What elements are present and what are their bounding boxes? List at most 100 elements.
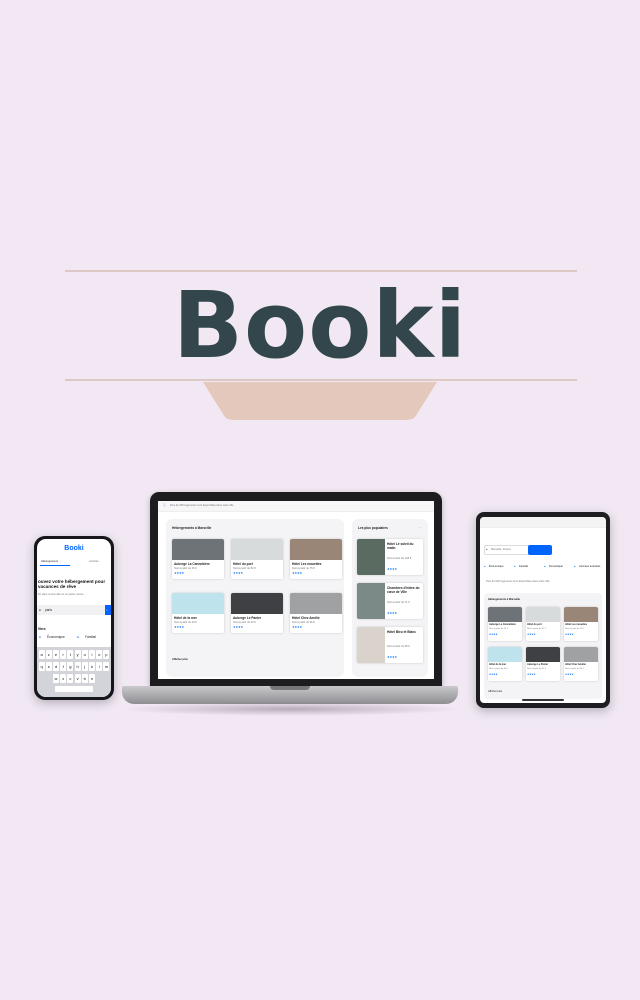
section-title: Hébergements à Marseille bbox=[172, 526, 212, 530]
phone-screen: Booki Hébergements Activités ouvez votre… bbox=[37, 539, 111, 697]
rating-stars: ★★★★ bbox=[233, 571, 243, 575]
home-indicator bbox=[522, 699, 564, 701]
keyboard-key[interactable]: k bbox=[89, 662, 95, 671]
filter-icon: ● bbox=[574, 565, 576, 568]
rating-stars: ★★★★ bbox=[233, 625, 243, 629]
tablet-card[interactable]: Hôtel Chez Amélie Nuit à partir de 96 € … bbox=[564, 647, 598, 681]
hotel-photo bbox=[290, 539, 342, 560]
phone-search-button[interactable]: ⌕ bbox=[105, 605, 111, 615]
bottom-divider bbox=[65, 379, 577, 381]
location-pin-icon: ● bbox=[39, 608, 41, 612]
keyboard-key[interactable]: f bbox=[60, 662, 67, 671]
rating-stars: ★★★★ bbox=[527, 633, 536, 636]
tablet-card[interactable]: Hôtel du port Nuit à partir de 52 € ★★★★ bbox=[526, 607, 560, 641]
hotel-photo bbox=[231, 539, 283, 560]
rating-stars: ★★★★ bbox=[489, 673, 498, 676]
hotel-photo bbox=[357, 539, 385, 575]
popular-card[interactable]: Hôtel Le soleil du matin Nuit à partir d… bbox=[357, 539, 423, 575]
laptop-shadow bbox=[118, 702, 462, 716]
hotel-photo bbox=[564, 607, 598, 622]
popular-menu-icon[interactable]: ⋯ bbox=[418, 526, 421, 529]
filter-icon: ● bbox=[544, 565, 546, 568]
hotel-photo bbox=[526, 647, 560, 662]
phone-search-box[interactable]: ● paris bbox=[37, 605, 105, 615]
phone-tab-activities[interactable]: Activités bbox=[89, 560, 99, 563]
phone-search-value: paris bbox=[45, 608, 52, 612]
popular-card[interactable]: Chambres d'hôtes du cœur de Ville Nuit à… bbox=[357, 583, 423, 619]
tablet-show-more-link[interactable]: Afficher plus bbox=[488, 690, 502, 693]
keyboard-key[interactable]: w bbox=[53, 674, 59, 683]
laptop-mockup: ⓘ Plus de 500 logements sont disponibles… bbox=[150, 492, 442, 688]
rating-stars: ★★★★ bbox=[292, 571, 302, 575]
laptop-card[interactable]: Auberge La Cannebière Nuit à partir de 2… bbox=[172, 539, 224, 579]
keyboard-key[interactable]: i bbox=[89, 650, 95, 659]
phone-logo[interactable]: Booki bbox=[37, 545, 111, 552]
keyboard-key[interactable]: t bbox=[67, 650, 74, 659]
rating-stars: ★★★★ bbox=[174, 571, 184, 575]
phone-headline: ouvez votre hébergement pour vacances de… bbox=[38, 579, 106, 590]
laptop-card[interactable]: Auberge Le Panier Nuit à partir de 23 € … bbox=[231, 593, 283, 633]
rating-stars: ★★★★ bbox=[527, 673, 536, 676]
hotel-photo bbox=[172, 593, 224, 614]
keyboard-key[interactable]: r bbox=[60, 650, 67, 659]
hotel-photo bbox=[564, 647, 598, 662]
hotel-photo bbox=[488, 647, 522, 662]
keyboard-space-key[interactable]: espace bbox=[55, 686, 93, 692]
tablet-card[interactable]: Hôtel Les mouettes Nuit à partir de 76 €… bbox=[564, 607, 598, 641]
popular-title: Les plus populaires bbox=[358, 526, 388, 530]
laptop-card[interactable]: Hôtel Chez Amélie Nuit à partir de 96 € … bbox=[290, 593, 342, 633]
keyboard-key[interactable]: o bbox=[96, 650, 103, 659]
keyboard-key[interactable]: d bbox=[53, 662, 59, 671]
hotel-photo bbox=[231, 593, 283, 614]
keyboard-key[interactable]: p bbox=[103, 650, 110, 659]
keyboard-key[interactable]: z bbox=[45, 650, 52, 659]
tablet-search-input[interactable]: ● Marseille, France bbox=[484, 545, 534, 555]
tablet-search-button[interactable]: Rechercher bbox=[528, 545, 552, 559]
rating-stars: ★★★★ bbox=[174, 625, 184, 629]
rating-stars: ★★★★ bbox=[292, 625, 302, 629]
popular-card[interactable]: Hôtel Bleu et Blanc Nuit à partir de 68 … bbox=[357, 627, 423, 663]
show-more-link[interactable]: Afficher plus bbox=[172, 658, 188, 661]
phone-subheadline: En plein centre-ville ou en pleine natur… bbox=[38, 593, 84, 596]
rating-stars: ★★★★ bbox=[565, 673, 574, 676]
hotel-photo bbox=[357, 627, 385, 663]
keyboard-key[interactable]: y bbox=[74, 650, 81, 659]
popular-panel: Les plus populaires ⋯ Hôtel Le soleil du… bbox=[352, 519, 428, 677]
filter-icon: ● bbox=[484, 565, 486, 568]
keyboard-key[interactable]: h bbox=[74, 662, 81, 671]
laptop-card[interactable]: Hôtel du port Nuit à partir de 52 € ★★★★ bbox=[231, 539, 283, 579]
keyboard-key[interactable]: v bbox=[74, 674, 81, 683]
laptop-card[interactable]: Hôtel de la mer Nuit à partir de 46 € ★★… bbox=[172, 593, 224, 633]
hotel-photo bbox=[357, 583, 385, 619]
hotel-photo bbox=[290, 593, 342, 614]
keyboard-key[interactable]: g bbox=[67, 662, 74, 671]
hotel-photo bbox=[488, 607, 522, 622]
phone-mockup: Booki Hébergements Activités ouvez votre… bbox=[34, 536, 114, 700]
keyboard-key[interactable]: n bbox=[89, 674, 95, 683]
keyboard-key[interactable]: c bbox=[67, 674, 74, 683]
phone-tab-accommodations[interactable]: Hébergements bbox=[41, 560, 58, 563]
tablet-card[interactable]: Auberge La Cannebière Nuit à partir de 2… bbox=[488, 607, 522, 641]
tablet-section-title: Hébergements à Marseille bbox=[488, 598, 521, 601]
keyboard-key[interactable]: e bbox=[53, 650, 59, 659]
tablet-screen: ● Marseille, France Rechercher ● Économi… bbox=[480, 517, 606, 703]
keyboard-key[interactable]: a bbox=[38, 650, 45, 659]
phone-keyboard: azertyuiop qsdfghjklm wxcvbn espace bbox=[37, 647, 111, 697]
info-icon: ⓘ bbox=[163, 504, 166, 507]
phone-filters-label: Iltres bbox=[38, 627, 46, 631]
hotel-photo bbox=[526, 607, 560, 622]
keyboard-key[interactable]: m bbox=[103, 662, 110, 671]
family-icon: ● bbox=[77, 635, 79, 639]
keyboard-key[interactable]: l bbox=[96, 662, 103, 671]
keyboard-key[interactable]: x bbox=[60, 674, 67, 683]
keyboard-key[interactable]: j bbox=[81, 662, 88, 671]
laptop-card[interactable]: Hôtel Les mouettes Nuit à partir de 76 €… bbox=[290, 539, 342, 579]
rating-stars: ★★★★ bbox=[489, 633, 498, 636]
tablet-card[interactable]: Auberge Le Panier Nuit à partir de 23 € … bbox=[526, 647, 560, 681]
keyboard-key[interactable]: q bbox=[38, 662, 45, 671]
rating-stars: ★★★★ bbox=[387, 611, 397, 615]
tablet-card[interactable]: Hôtel de la mer Nuit à partir de 46 € ★★… bbox=[488, 647, 522, 681]
keyboard-key[interactable]: b bbox=[81, 674, 88, 683]
keyboard-key[interactable]: s bbox=[45, 662, 52, 671]
keyboard-key[interactable]: u bbox=[81, 650, 88, 659]
